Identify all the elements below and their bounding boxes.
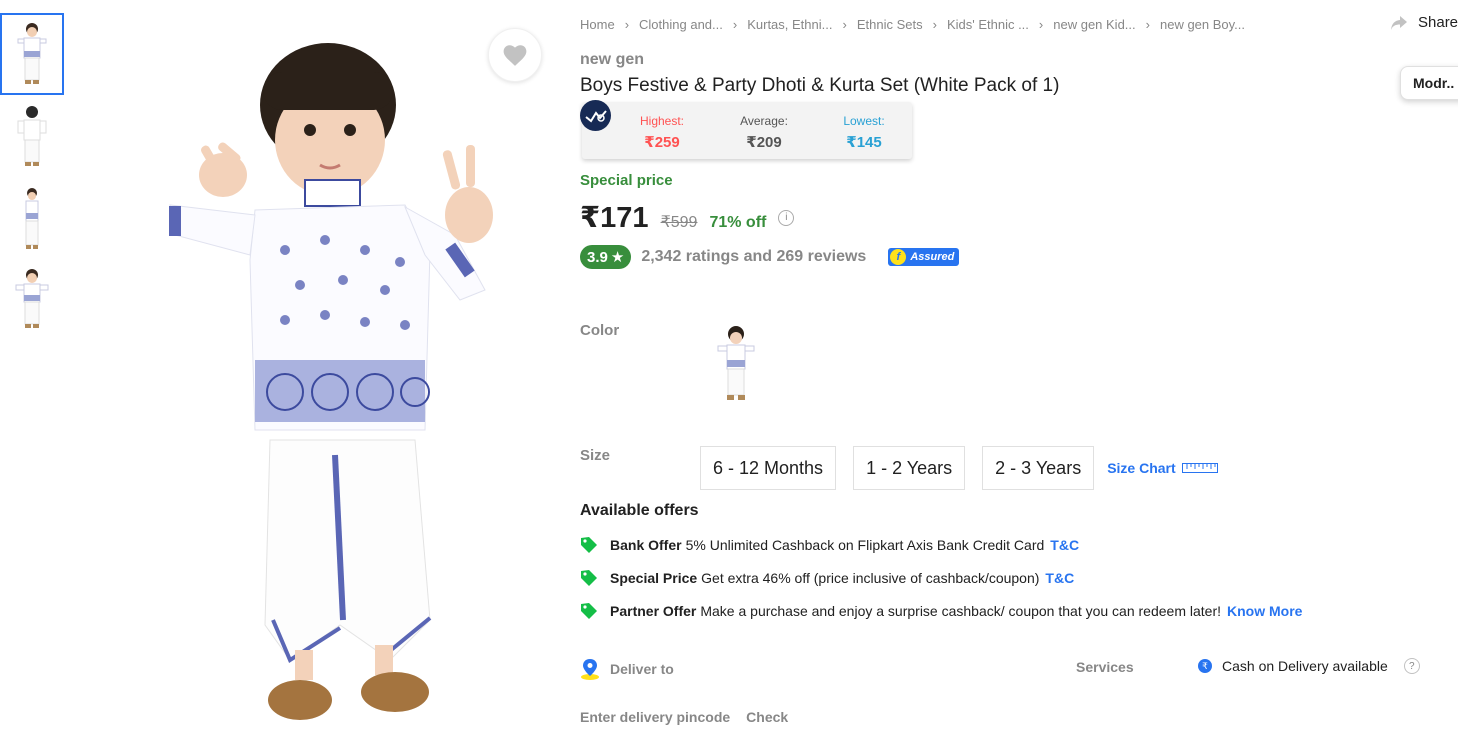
color-swatch-image [717,326,755,400]
chevron-right-icon: › [842,17,847,32]
price-tracker-logo-icon [580,100,611,131]
breadcrumb-item[interactable]: new gen Kid... [1053,17,1135,32]
offer-tc-link[interactable]: T&C [1045,570,1074,586]
thumbnail-2[interactable] [0,95,64,177]
help-icon[interactable]: ? [1403,658,1420,674]
rating-score: 3.9 [587,248,608,266]
cod-info: ₹ Cash on Delivery available ? [1198,658,1420,674]
lowest-label: Lowest: [843,114,885,128]
product-main-image[interactable] [70,0,560,731]
breadcrumb-item[interactable]: Home [580,17,615,32]
ruler-icon [1181,463,1218,473]
offer-text: 5% Unlimited Cashback on Flipkart Axis B… [685,537,1045,553]
services-label: Services [1076,659,1134,675]
offer-text: Make a purchase and enjoy a surprise cas… [700,603,1221,619]
discount-percent: 71% off [709,214,767,231]
breadcrumb-item[interactable]: Kids' Ethnic ... [947,17,1029,32]
price-row: ₹171 ₹599 71% off i [580,200,795,235]
brand-name[interactable]: new gen [580,51,644,69]
offer-title: Bank Offer [610,537,682,553]
share-button[interactable]: Share [1390,14,1458,31]
size-chart-label: Size Chart [1107,460,1176,476]
thumbnail-4[interactable] [0,259,64,341]
kid-side-thumbnail-image [25,188,39,249]
breadcrumb-item[interactable]: Kurtas, Ethni... [747,17,832,32]
cod-text: Cash on Delivery available [1222,658,1388,674]
breadcrumb-item[interactable]: new gen Boy... [1160,17,1245,32]
breadcrumb-item[interactable]: Clothing and... [639,17,723,32]
deliver-to-label: Deliver to [610,661,674,677]
deliver-to-section: Deliver to [580,658,674,680]
kid-pose-thumbnail-image [15,269,49,328]
average-value: ₹209 [746,134,782,151]
size-option[interactable]: 6 - 12 Months [700,446,837,490]
kid-back-thumbnail-image [17,106,47,166]
price-history-card: Highest: ₹259 Average: ₹209 Lowest: ₹145 [582,102,912,159]
offer-tag-icon [581,570,597,586]
pincode-row: Enter delivery pincode Check [580,709,788,725]
pincode-input[interactable]: Enter delivery pincode [580,709,730,725]
offer-item: Special Price Get extra 46% off (price i… [580,569,1074,587]
offer-text: Get extra 46% off (price inclusive of ca… [701,570,1040,586]
offer-tag-icon [581,603,597,619]
color-swatch[interactable] [700,318,772,410]
price-history-widget[interactable]: Highest: ₹259 Average: ₹209 Lowest: ₹145 [580,100,914,160]
available-offers-heading: Available offers [580,502,699,519]
location-pin-icon [581,659,599,680]
price-highest: Highest: ₹259 [622,114,702,151]
check-button[interactable]: Check [746,709,788,725]
size-chart-link[interactable]: Size Chart [1107,460,1218,476]
star-icon: ★ [610,249,625,266]
offer-title: Partner Offer [610,603,697,619]
chevron-right-icon: › [1145,17,1150,32]
highest-value: ₹259 [644,134,680,151]
size-label: Size [580,447,611,464]
lowest-value: ₹145 [846,134,882,151]
chevron-right-icon: › [932,17,937,32]
wishlist-button[interactable] [488,28,542,82]
product-title: Boys Festive & Party Dhoti & Kurta Set (… [580,75,1060,96]
rating-row: 3.9 ★ 2,342 ratings and 269 reviews f As… [580,245,960,269]
offer-item: Partner Offer Make a purchase and enjoy … [580,602,1302,620]
size-selector: 6 - 12 Months 1 - 2 Years 2 - 3 Years Si… [700,446,1218,490]
offer-tag-icon [581,537,597,553]
offer-tc-link[interactable]: T&C [1050,537,1079,553]
selling-price: ₹171 [580,202,649,234]
assured-badge: f Assured [888,248,960,266]
highest-label: Highest: [639,114,685,128]
assured-label: Assured [910,251,955,263]
size-option[interactable]: 2 - 3 Years [982,446,1095,490]
share-label: Share [1418,14,1458,31]
flipkart-logo-icon: f [890,249,907,265]
mrp-price: ₹599 [660,214,698,231]
color-label: Color [580,322,620,339]
price-lowest: Lowest: ₹145 [824,114,904,151]
chevron-right-icon: › [624,17,630,32]
breadcrumb-item[interactable]: Ethnic Sets [857,17,923,32]
kid-kurta-dhoti-image [169,43,493,720]
special-price-label: Special price [580,172,673,189]
thumbnail-3[interactable] [0,177,64,259]
thumbnail-1[interactable] [0,13,64,95]
chevron-right-icon: › [732,17,738,32]
breadcrumb: Home › Clothing and... › Kurtas, Ethni... ›… [580,17,1245,32]
rating-badge[interactable]: 3.9 ★ [580,245,632,269]
average-label: Average: [740,114,788,128]
kid-thumbnail-image [17,23,47,84]
thumbnail-strip [0,13,66,341]
offer-title: Special Price [610,570,698,586]
heart-icon [503,45,527,66]
share-icon [1391,15,1407,30]
chevron-right-icon: › [1038,17,1044,32]
info-icon[interactable]: i [778,209,795,226]
rupee-icon: ₹ [1198,659,1212,673]
know-more-link[interactable]: Know More [1227,603,1302,619]
ratings-reviews-count[interactable]: 2,342 ratings and 269 reviews [641,248,866,266]
floating-button[interactable]: Modr.. [1400,66,1458,100]
price-average: Average: ₹209 [724,114,804,151]
size-option[interactable]: 1 - 2 Years [853,446,966,490]
offer-item: Bank Offer 5% Unlimited Cashback on Flip… [580,536,1079,554]
